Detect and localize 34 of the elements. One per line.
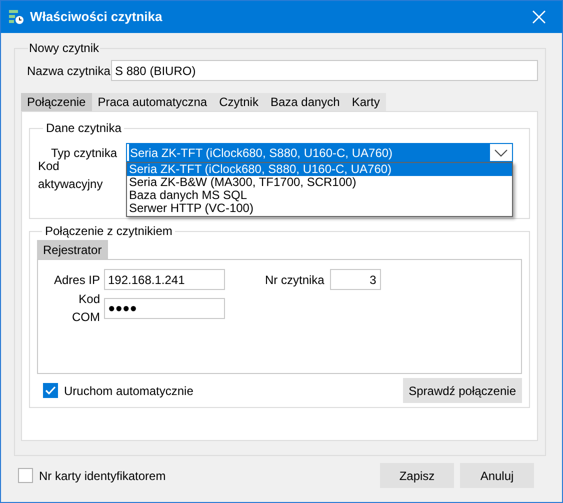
dropdown-option[interactable]: Seria ZK-B&W (MA300, TF1700, SCR100) xyxy=(127,176,512,189)
dropdown-option[interactable]: Baza danych MS SQL xyxy=(127,189,512,202)
group-legend: Połączenie z czytnikiem xyxy=(42,222,176,240)
reader-number-field[interactable]: 3 xyxy=(330,269,382,290)
tab[interactable]: Rejestrator xyxy=(37,240,108,259)
tab[interactable]: Baza danych xyxy=(264,93,346,111)
com-field[interactable]: ●●●● xyxy=(104,298,225,318)
field-label: Kod aktywacyjny xyxy=(38,159,103,193)
app-icon xyxy=(8,9,24,25)
tab[interactable]: Połączenie xyxy=(21,93,92,111)
checkbox-label: Nr karty identyfikatorem xyxy=(39,468,166,484)
field-label: Typ czytnika xyxy=(50,144,118,161)
checkbox-label: Uruchom automatycznie xyxy=(64,382,194,400)
close-icon xyxy=(532,10,546,24)
chevron-down-icon xyxy=(494,148,508,156)
field-label: Kod COM xyxy=(71,291,101,326)
window-title: Właściwości czytnika xyxy=(30,8,162,26)
tab[interactable]: Czytnik xyxy=(213,93,264,111)
group-legend: Nowy czytnik xyxy=(28,39,100,57)
dialog-button[interactable]: Anuluj xyxy=(460,463,534,488)
field-label: Nazwa czytnika xyxy=(27,62,111,80)
dialog-button[interactable]: Zapisz xyxy=(380,463,454,488)
tab[interactable]: Karty xyxy=(346,93,386,111)
group-legend: Dane czytnika xyxy=(43,119,124,137)
dropdown-option[interactable]: Seria ZK-TFT (iClock680, S880, U160-C, UA760) xyxy=(127,163,512,176)
checkbox[interactable] xyxy=(18,468,33,483)
dropdown-option[interactable]: Serwer HTTP (VC-100) xyxy=(127,202,512,215)
name-field[interactable]: S 880 (BIURO) xyxy=(111,60,538,81)
field-label: Nr czytnika xyxy=(265,272,324,288)
checkbox[interactable] xyxy=(43,383,58,398)
ip-field[interactable]: 192.168.1.241 xyxy=(104,269,225,290)
field-label: Adres IP xyxy=(52,272,101,288)
test-connection-button[interactable]: Sprawdź połączenie xyxy=(402,378,522,403)
tab[interactable]: Praca automatyczna xyxy=(92,93,214,111)
